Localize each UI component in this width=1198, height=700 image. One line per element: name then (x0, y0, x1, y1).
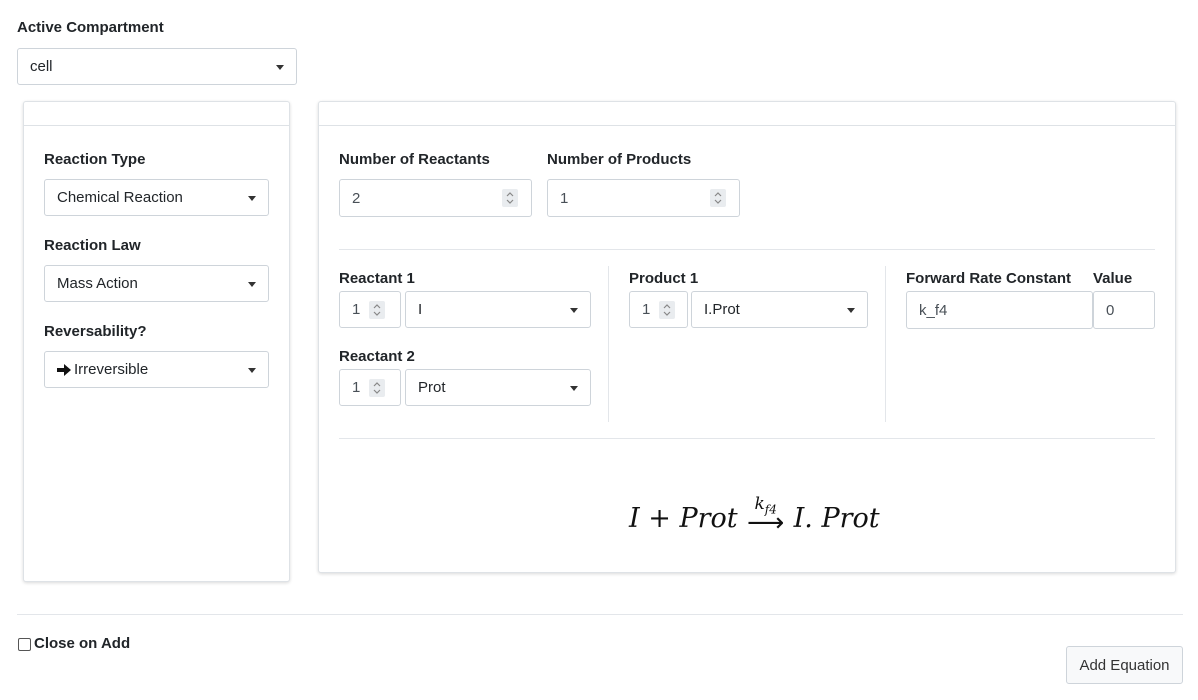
forward-rate-constant-input[interactable]: k_f4 (906, 291, 1093, 329)
reactant-1-label: Reactant 1 (339, 270, 415, 287)
compartment-select[interactable]: cell (17, 48, 297, 85)
divider (339, 249, 1155, 250)
spinner-icon[interactable] (369, 300, 385, 319)
product-1-label: Product 1 (629, 270, 699, 287)
chevron-down-icon (570, 385, 578, 391)
column-divider (885, 266, 886, 422)
product-1-coef-input[interactable]: 1 (629, 291, 688, 328)
reaction-law-value: Mass Action (57, 275, 138, 292)
reaction-equation: I + Prot kf4 ⟶ I. Prot (629, 474, 880, 538)
reactant-1-coef-value: 1 (352, 301, 361, 318)
spinner-icon[interactable] (710, 189, 726, 207)
reactant-1-species-select[interactable]: I (405, 291, 591, 328)
num-products-label: Number of Products (547, 151, 692, 168)
reactant-1-coef-input[interactable]: 1 (339, 291, 401, 328)
reactant-2-species-select[interactable]: Prot (405, 369, 591, 406)
reversibility-value: Irreversible (74, 361, 149, 378)
forward-rate-constant-value: k_f4 (919, 301, 948, 319)
divider (339, 438, 1155, 439)
rate-value-input[interactable]: 0 (1093, 291, 1155, 329)
reactant-2-coef-input[interactable]: 1 (339, 369, 401, 406)
num-reactants-label: Number of Reactants (339, 151, 490, 168)
rate-value-value: 0 (1106, 301, 1115, 319)
num-reactants-value: 2 (352, 189, 361, 207)
num-products-value: 1 (560, 189, 569, 207)
right-arrow-icon (57, 363, 71, 376)
forward-rate-constant-label: Forward Rate Constant (906, 270, 1072, 287)
chevron-down-icon (248, 195, 256, 201)
reaction-type-label: Reaction Type (44, 151, 146, 168)
equation-rhs: I. Prot (793, 503, 880, 534)
close-on-add-label[interactable]: Close on Add (34, 635, 130, 652)
value-label: Value (1093, 270, 1133, 287)
reaction-type-value: Chemical Reaction (57, 189, 183, 206)
chevron-down-icon (570, 307, 578, 313)
spinner-icon[interactable] (659, 300, 675, 319)
column-divider (608, 266, 609, 422)
num-products-input[interactable]: 1 (547, 179, 740, 217)
reactant-1-species-value: I (418, 301, 423, 318)
chevron-down-icon (248, 367, 256, 373)
reversibility-select[interactable]: Irreversible (44, 351, 269, 388)
equation-lhs: I + Prot (629, 503, 738, 534)
chevron-down-icon (276, 64, 284, 70)
equation-arrow-group: kf4 ⟶ (742, 494, 790, 538)
card-header (319, 102, 1175, 126)
reaction-law-label: Reaction Law (44, 237, 141, 254)
chevron-down-icon (847, 307, 855, 313)
product-1-species-select[interactable]: I.Prot (691, 291, 868, 328)
close-on-add-checkbox[interactable] (18, 638, 31, 651)
spinner-icon[interactable] (369, 378, 385, 397)
reaction-arrow-icon: ⟶ (747, 508, 785, 538)
num-reactants-input[interactable]: 2 (339, 179, 532, 217)
reactant-2-species-value: Prot (418, 379, 446, 396)
reactant-2-coef-value: 1 (352, 379, 361, 396)
compartment-select-value: cell (30, 58, 53, 75)
footer-divider (17, 614, 1183, 615)
reaction-settings-card (23, 101, 290, 582)
card-header (24, 102, 289, 126)
reaction-type-select[interactable]: Chemical Reaction (44, 179, 269, 216)
spinner-icon[interactable] (502, 189, 518, 207)
product-1-species-value: I.Prot (704, 301, 740, 318)
active-compartment-label: Active Compartment (17, 19, 164, 36)
add-equation-button[interactable]: Add Equation (1066, 646, 1183, 684)
chevron-down-icon (248, 281, 256, 287)
reaction-law-select[interactable]: Mass Action (44, 265, 269, 302)
reversibility-label: Reversability? (44, 323, 147, 340)
reactant-2-label: Reactant 2 (339, 348, 415, 365)
product-1-coef-value: 1 (642, 301, 651, 318)
